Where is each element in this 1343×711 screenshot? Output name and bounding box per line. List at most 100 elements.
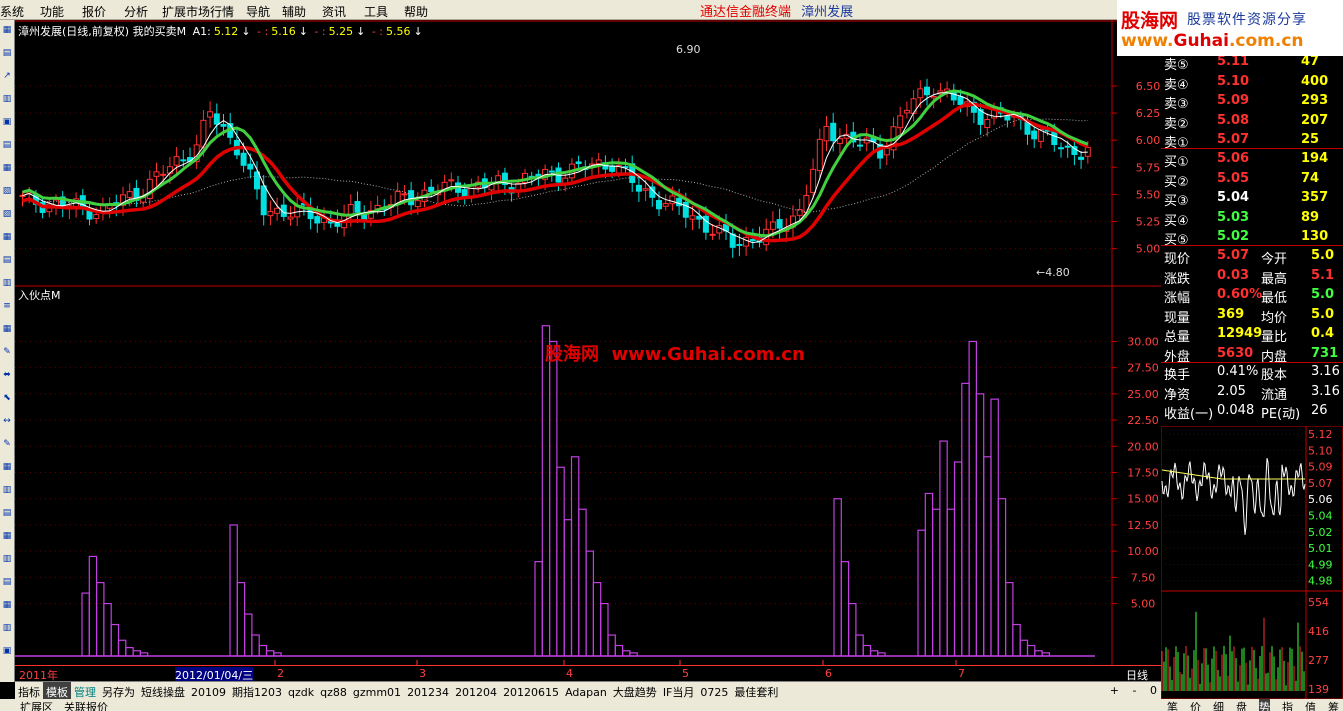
- toolbar-icon[interactable]: ↗: [1, 70, 13, 83]
- tab-item[interactable]: IF当月: [660, 682, 698, 699]
- link-quote[interactable]: 关联报价: [64, 699, 108, 711]
- tab-item[interactable]: Adapan: [562, 684, 610, 699]
- tab-item[interactable]: 指标: [15, 682, 43, 699]
- candle-body: [669, 195, 676, 205]
- candle-body: [93, 214, 100, 220]
- menu-item[interactable]: 分析: [124, 3, 148, 20]
- toolbar-icon[interactable]: ▥: [1, 553, 13, 566]
- toolbar-icon[interactable]: ▤: [1, 47, 13, 60]
- bid-price: 5.03: [1217, 209, 1250, 225]
- menu-item[interactable]: 辅助: [282, 3, 306, 20]
- minus-button[interactable]: -: [1133, 684, 1137, 697]
- indicator-bar: [563, 519, 573, 657]
- toolbar-icon[interactable]: ▦: [1, 461, 13, 474]
- toolbar-icon[interactable]: ▦: [1, 231, 13, 244]
- mini-axis-label: 4.99: [1308, 558, 1333, 571]
- toolbar-icon[interactable]: ▣: [1, 645, 13, 658]
- intraday-chart: 5.12 5.10 5.09 5.07 5.06 5.04 5.02 5.01 4.99 4.98…: [1161, 426, 1343, 699]
- candle-body: [408, 190, 415, 206]
- ext-area[interactable]: 扩展区: [20, 699, 53, 711]
- zero-button[interactable]: 0: [1150, 684, 1157, 697]
- right-tab[interactable]: 筹: [1328, 699, 1339, 711]
- menu-item[interactable]: 功能: [40, 3, 64, 20]
- right-tab[interactable]: 指: [1282, 699, 1293, 711]
- tab-item[interactable]: 管理: [71, 682, 99, 699]
- menu-item[interactable]: 工具: [364, 3, 388, 20]
- bid-volume: 194: [1301, 151, 1329, 166]
- tab-item[interactable]: 大盘趋势: [610, 682, 660, 699]
- ask-price: 5.07: [1217, 132, 1250, 147]
- tab-item[interactable]: 0725: [697, 684, 731, 699]
- right-tab[interactable]: 势: [1259, 699, 1270, 711]
- toolbar-icon[interactable]: ▥: [1, 622, 13, 635]
- indicator-bar: [110, 623, 120, 657]
- watermark-a: 股海网: [545, 344, 599, 365]
- bid-price: 5.04: [1217, 190, 1250, 205]
- toolbar-icon[interactable]: ↔: [1, 415, 13, 428]
- toolbar-icon[interactable]: ⬉: [1, 392, 13, 405]
- toolbar-icon[interactable]: ✎: [1, 346, 13, 359]
- toolbar-icon[interactable]: ▥: [1, 484, 13, 497]
- right-tab[interactable]: 盘: [1236, 699, 1247, 711]
- right-tab[interactable]: 价: [1190, 699, 1201, 711]
- toolbar-icon[interactable]: ⬌: [1, 369, 13, 382]
- toolbar-icon[interactable]: ▥: [1, 93, 13, 106]
- menu-item[interactable]: 导航: [246, 3, 270, 20]
- tab-item[interactable]: 20120615: [500, 684, 562, 699]
- tab-item[interactable]: 最佳套利: [731, 682, 781, 699]
- tab-item[interactable]: 20109: [188, 684, 229, 699]
- menu-item[interactable]: 扩展市场行情: [162, 3, 234, 20]
- stat-value: 731: [1311, 345, 1339, 361]
- menu-item[interactable]: 帮助: [404, 3, 428, 20]
- toolbar-icon[interactable]: ▦: [1, 24, 13, 37]
- toolbar-icon[interactable]: ▦: [1, 323, 13, 336]
- toolbar-icon[interactable]: ▥: [1, 277, 13, 290]
- toolbar-icon[interactable]: ▤: [1, 576, 13, 589]
- toolbar-icon[interactable]: ▦: [1, 599, 13, 612]
- tab-item[interactable]: 201204: [452, 684, 500, 699]
- candle-body: [287, 216, 294, 220]
- toolbar-icon[interactable]: ▣: [1, 116, 13, 129]
- right-tab[interactable]: 笔: [1167, 699, 1178, 711]
- candle-body: [267, 211, 274, 217]
- stat-value: 0.60%: [1217, 287, 1263, 302]
- candle-body: [314, 216, 321, 224]
- menu-item[interactable]: 资讯: [322, 3, 346, 20]
- candle-body: [173, 156, 180, 166]
- plus-button[interactable]: +: [1110, 684, 1119, 697]
- tab-item[interactable]: gzmm01: [350, 684, 404, 699]
- time-month: 5: [682, 667, 689, 680]
- toolbar-icon[interactable]: ✎: [1, 438, 13, 451]
- tab-item[interactable]: 期指1203: [229, 682, 285, 699]
- indicator-bar: [236, 582, 246, 657]
- menu-item[interactable]: 系统: [0, 3, 24, 20]
- quote-row: 换手 0.41% 股本 3.16: [1161, 363, 1343, 383]
- toolbar-icon[interactable]: ▤: [1, 139, 13, 152]
- logo-url-www: www.: [1121, 31, 1174, 51]
- low-marker-value: 4.80: [1045, 266, 1070, 279]
- toolbar-icon[interactable]: ▤: [1, 507, 13, 520]
- tab-item[interactable]: 另存为: [99, 682, 138, 699]
- toolbar-icon[interactable]: ▤: [1, 254, 13, 267]
- time-month: 7: [958, 667, 965, 680]
- ask-volume: 293: [1301, 93, 1329, 108]
- right-tab[interactable]: 值: [1305, 699, 1316, 711]
- toolbar-icon[interactable]: ≡: [1, 300, 13, 313]
- ind-axis-label: 5.00: [1131, 598, 1156, 611]
- toolbar-icon[interactable]: ▦: [1, 530, 13, 543]
- toolbar-icon[interactable]: ▨: [1, 208, 13, 221]
- ind-axis-label: 15.00: [1127, 493, 1159, 506]
- right-tab[interactable]: 细: [1213, 699, 1224, 711]
- stat-value: 369: [1217, 306, 1245, 322]
- indicator-bar: [946, 508, 956, 657]
- tab-item[interactable]: 短线操盘: [138, 682, 188, 699]
- candle-body: [595, 159, 602, 165]
- toolbar-icon[interactable]: ▦: [1, 162, 13, 175]
- tab-item[interactable]: 201234: [404, 684, 452, 699]
- tab-item[interactable]: 模板: [43, 682, 71, 699]
- tab-item[interactable]: qzdk: [285, 684, 317, 699]
- tab-item[interactable]: qz88: [317, 684, 350, 699]
- menu-item[interactable]: 报价: [82, 3, 106, 20]
- indicator-bar: [990, 398, 999, 657]
- toolbar-icon[interactable]: ▧: [1, 185, 13, 198]
